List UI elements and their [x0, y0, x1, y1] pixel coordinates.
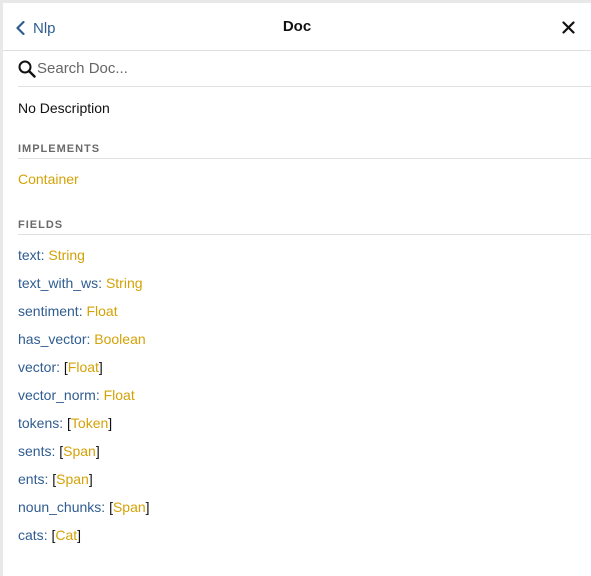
- field-name-link[interactable]: has_vector: [18, 331, 86, 347]
- field-name-link[interactable]: ents: [18, 471, 44, 487]
- close-button[interactable]: [562, 21, 575, 34]
- field-colon: :: [56, 359, 64, 375]
- search-input[interactable]: [37, 57, 577, 79]
- field-type-link[interactable]: Float: [104, 387, 135, 403]
- field-type-link[interactable]: Float: [68, 359, 99, 375]
- fields-heading: FIELDS: [18, 217, 591, 235]
- field-item: has_vector: Boolean: [18, 330, 591, 358]
- search-icon: [18, 60, 36, 78]
- implements-link-container[interactable]: Container: [18, 170, 79, 188]
- field-colon: :: [95, 387, 104, 403]
- field-item: sents: [Span]: [18, 442, 591, 470]
- field-type-link[interactable]: Float: [86, 303, 117, 319]
- field-item: sentiment: Float: [18, 302, 591, 330]
- list-close-bracket: ]: [108, 415, 113, 431]
- field-name-link[interactable]: text_with_ws: [18, 275, 98, 291]
- field-type-link[interactable]: Span: [113, 499, 146, 515]
- field-item: vector: [Float]: [18, 358, 591, 386]
- implements-heading: IMPLEMENTS: [18, 141, 591, 159]
- field-type-link[interactable]: String: [106, 275, 143, 291]
- close-icon: [562, 21, 575, 34]
- field-type-link[interactable]: String: [48, 247, 85, 263]
- field-name-link[interactable]: vector: [18, 359, 56, 375]
- page-title: Doc: [282, 18, 312, 35]
- field-item: ents: [Span]: [18, 470, 591, 498]
- field-item: cats: [Cat]: [18, 526, 591, 554]
- field-name-link[interactable]: vector_norm: [18, 387, 96, 403]
- list-close-bracket: ]: [145, 499, 150, 515]
- field-type-link[interactable]: Token: [71, 415, 108, 431]
- list-close-bracket: ]: [77, 527, 82, 543]
- field-type-link[interactable]: Span: [56, 471, 89, 487]
- field-item: text: String: [18, 246, 591, 274]
- field-name-link[interactable]: cats: [18, 527, 44, 543]
- doc-header: Nlp Doc: [3, 3, 591, 51]
- field-colon: :: [98, 275, 106, 291]
- field-type-link[interactable]: Span: [63, 443, 96, 459]
- field-item: noun_chunks: [Span]: [18, 498, 591, 526]
- field-type-link[interactable]: Cat: [55, 527, 77, 543]
- list-close-bracket: ]: [95, 443, 100, 459]
- field-type-link[interactable]: Boolean: [94, 331, 145, 347]
- list-close-bracket: ]: [98, 359, 103, 375]
- field-name-link[interactable]: text: [18, 247, 41, 263]
- field-name-link[interactable]: sents: [18, 443, 51, 459]
- doc-explorer-panel: Nlp Doc No Description IMPLEMENTS Contai…: [3, 3, 591, 576]
- fields-list: text: String text_with_ws: String sentimen…: [18, 246, 591, 554]
- field-item: text_with_ws: String: [18, 274, 591, 302]
- field-colon: :: [59, 415, 68, 431]
- field-name-link[interactable]: sentiment: [18, 303, 79, 319]
- type-description: No Description: [18, 100, 110, 116]
- field-name-link[interactable]: tokens: [18, 415, 59, 431]
- field-name-link[interactable]: noun_chunks: [18, 499, 101, 515]
- list-close-bracket: ]: [88, 471, 93, 487]
- field-item: vector_norm: Float: [18, 386, 591, 414]
- search-bar: [18, 51, 591, 87]
- field-item: tokens: [Token]: [18, 414, 591, 442]
- field-colon: :: [101, 499, 110, 515]
